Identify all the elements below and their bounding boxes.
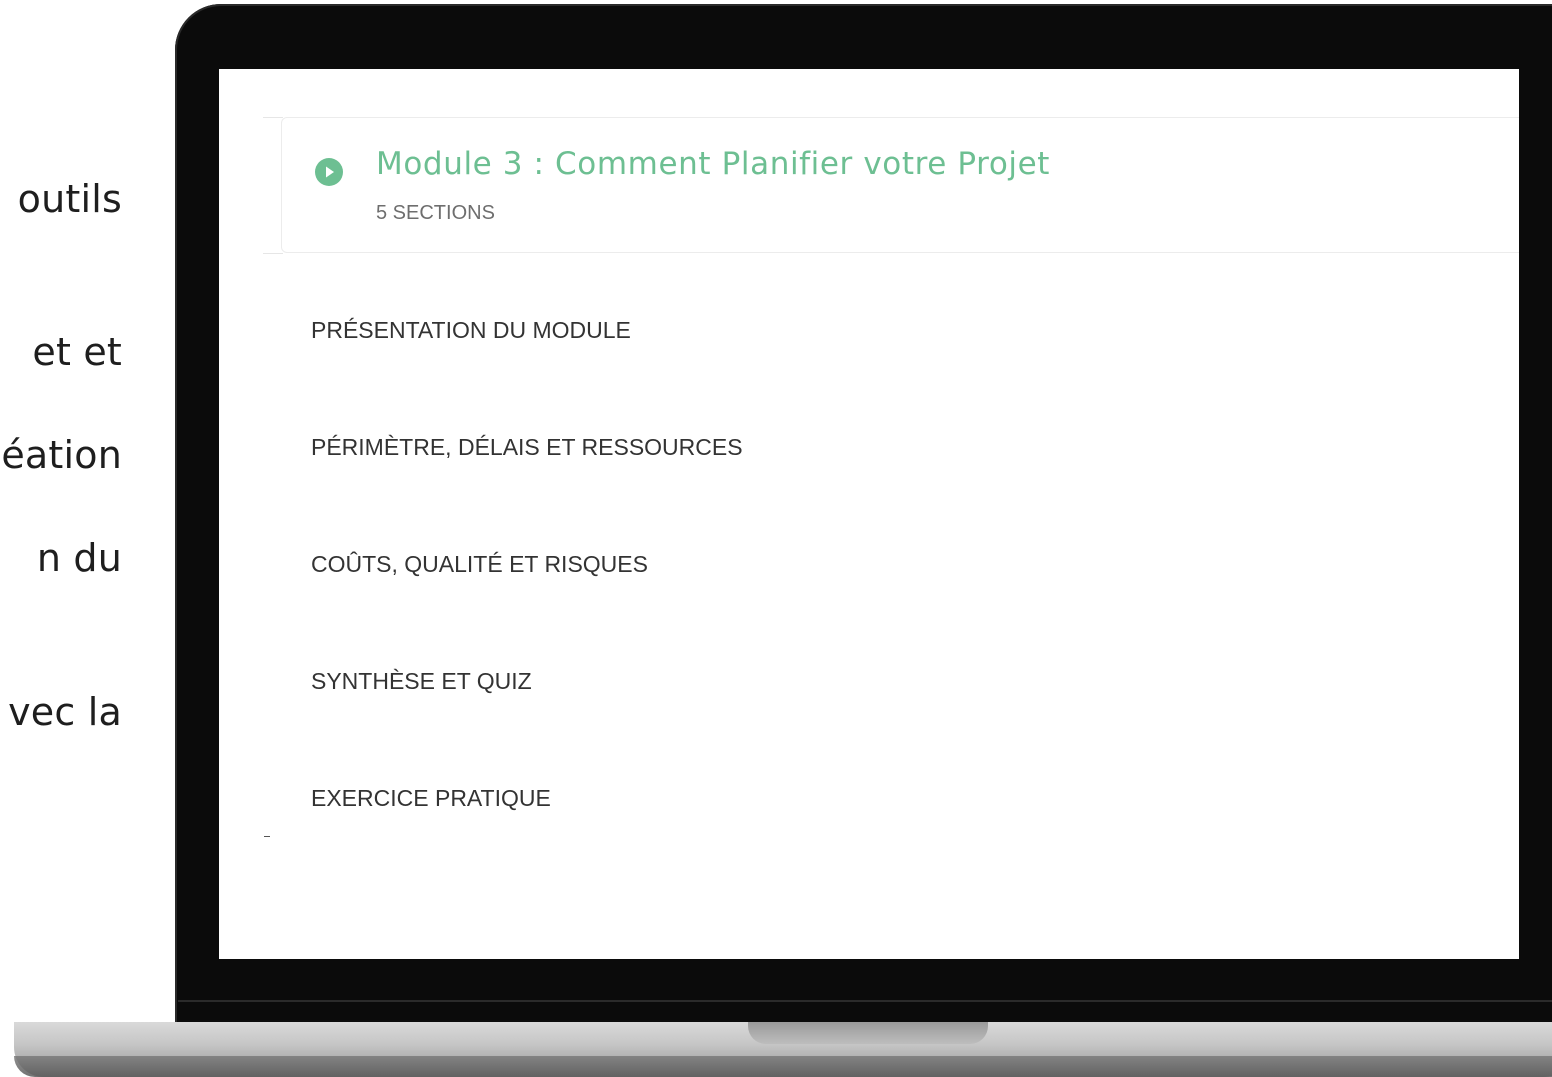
module-title[interactable]: Module 3 : Comment Planifier votre Proje…	[376, 146, 1050, 182]
laptop-base-shadow	[14, 1056, 1552, 1077]
side-text-line-3: éation	[1, 433, 122, 477]
side-text-line-1: outils	[17, 177, 122, 221]
side-text-line-5: vec la	[8, 690, 122, 734]
dash-mark	[264, 836, 270, 837]
laptop-notch	[748, 1022, 988, 1044]
laptop-bezel-line	[178, 1000, 1552, 1002]
section-item-perimetre[interactable]: PÉRIMÈTRE, DÉLAIS ET RESSOURCES	[311, 434, 743, 461]
module-header-card[interactable]: Module 3 : Comment Planifier votre Proje…	[281, 117, 1519, 253]
side-text-line-2: et et	[32, 330, 122, 374]
section-item-exercice[interactable]: EXERCICE PRATIQUE	[311, 785, 551, 812]
play-circle-icon[interactable]	[315, 158, 343, 186]
laptop-screen: Module 3 : Comment Planifier votre Proje…	[219, 69, 1519, 959]
side-text-line-4: n du	[36, 536, 122, 580]
page: outils et et éation n du vec la Module 3…	[0, 0, 1552, 1077]
module-sections-count: 5 SECTIONS	[376, 202, 495, 224]
section-item-presentation[interactable]: PRÉSENTATION DU MODULE	[311, 317, 631, 344]
section-item-couts[interactable]: COÛTS, QUALITÉ ET RISQUES	[311, 551, 648, 578]
section-item-synthese[interactable]: SYNTHÈSE ET QUIZ	[311, 668, 532, 695]
divider	[263, 117, 283, 118]
divider	[263, 253, 283, 254]
